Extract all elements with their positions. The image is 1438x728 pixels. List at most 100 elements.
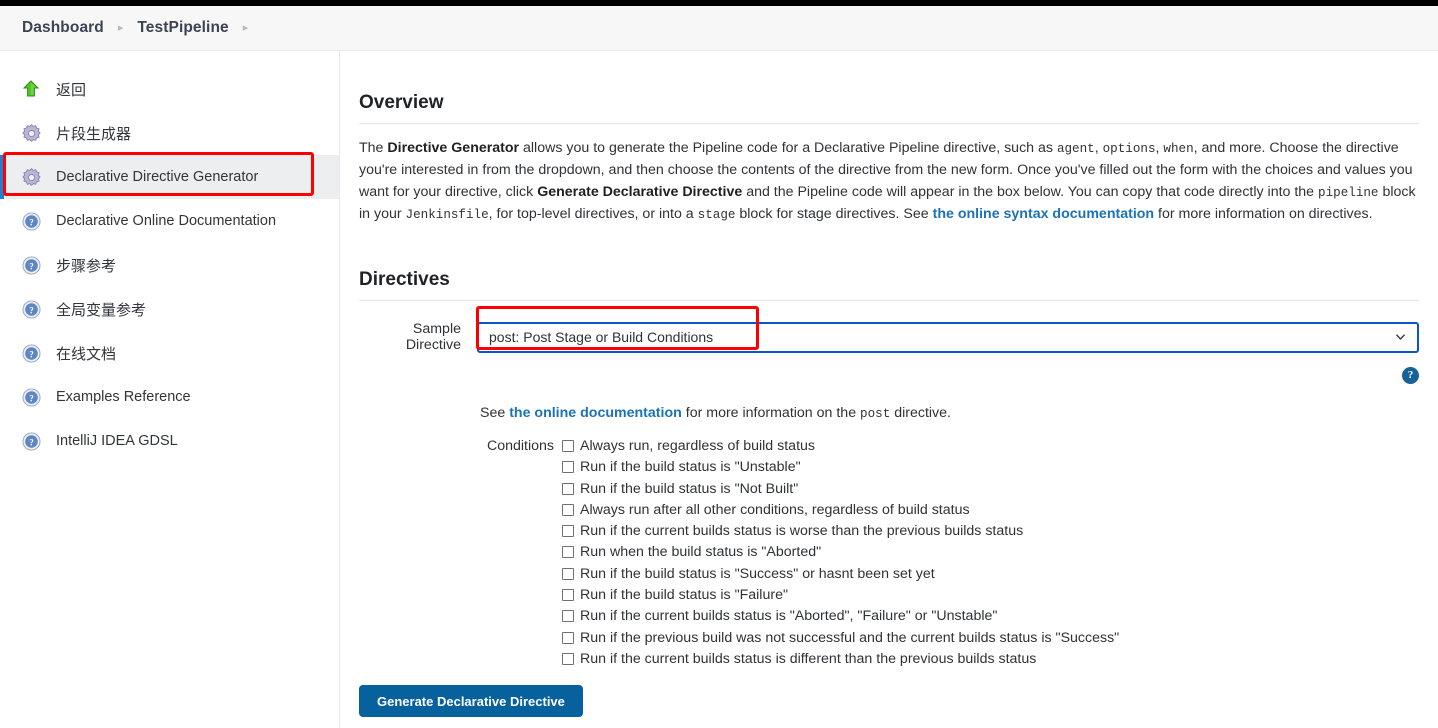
directives-divider xyxy=(359,300,1419,301)
condition-checkbox-row[interactable]: Run if the previous build was not succes… xyxy=(562,628,1420,649)
sidebar: 返回 片段生成器 Declarative Directive Generator xyxy=(0,51,340,728)
overview-section: Overview The Directive Generator allows … xyxy=(359,92,1419,241)
sample-directive-row: Sample Directive post: Post Stage or Bui… xyxy=(359,321,1419,353)
checkbox-icon[interactable] xyxy=(562,525,574,538)
sidebar-item-label: Declarative Online Documentation xyxy=(56,213,277,229)
condition-checkbox-row[interactable]: Always run after all other conditions, r… xyxy=(562,500,1420,521)
svg-text:?: ? xyxy=(29,393,34,403)
sample-directive-select[interactable]: post: Post Stage or Build Conditions xyxy=(477,321,1419,353)
condition-label: Run if the current builds status is wors… xyxy=(580,523,1024,540)
breadcrumb-separator-icon-2: ▸ xyxy=(242,21,249,34)
conditions-row: Conditions Always run, regardless of bui… xyxy=(480,436,1420,670)
checkbox-icon[interactable] xyxy=(562,482,574,495)
up-arrow-icon xyxy=(18,76,44,102)
condition-label: Run if the build status is "Failure" xyxy=(580,587,789,604)
checkbox-icon[interactable] xyxy=(562,461,574,474)
svg-text:?: ? xyxy=(29,305,34,315)
checkbox-icon[interactable] xyxy=(562,631,574,644)
sidebar-item-declarative-directive-generator[interactable]: Declarative Directive Generator xyxy=(0,155,339,199)
help-circle-icon: ? xyxy=(18,340,44,366)
ov-sep1: , xyxy=(1094,140,1103,156)
code-agent: agent xyxy=(1056,142,1095,156)
breadcrumb-item-dashboard[interactable]: Dashboard xyxy=(22,19,104,37)
doc-suffix: directive. xyxy=(890,405,951,421)
doc-middle: for more information on the xyxy=(681,405,861,421)
condition-label: Run if the current builds status is "Abo… xyxy=(580,608,998,625)
help-icon[interactable]: ? xyxy=(1402,367,1419,384)
checkbox-icon[interactable] xyxy=(562,440,574,452)
code-options: options xyxy=(1102,142,1156,156)
code-post: post xyxy=(860,407,891,421)
condition-checkbox-row[interactable]: Run if the build status is "Failure" xyxy=(562,585,1420,606)
condition-label: Always run after all other conditions, r… xyxy=(580,501,970,518)
overview-divider xyxy=(359,123,1419,124)
sample-directive-select-wrap: post: Post Stage or Build Conditions xyxy=(477,321,1419,353)
ov-bold-generator: Directive Generator xyxy=(387,140,520,156)
checkbox-icon[interactable] xyxy=(562,652,574,665)
checkbox-icon[interactable] xyxy=(562,610,574,623)
checkbox-icon[interactable] xyxy=(562,567,574,580)
directives-section: Directives Sample Directive post: Post S… xyxy=(359,269,1419,353)
sidebar-item-back[interactable]: 返回 xyxy=(0,67,339,111)
ov-t1: The xyxy=(359,140,388,156)
sidebar-item-label: 片段生成器 xyxy=(56,125,132,143)
sample-directive-label: Sample Directive xyxy=(405,321,461,353)
online-syntax-documentation-link[interactable]: the online syntax documentation xyxy=(933,206,1155,222)
condition-checkbox-row[interactable]: Run when the build status is "Aborted" xyxy=(562,542,1420,563)
chevron-down-icon xyxy=(1396,334,1405,340)
sidebar-item-label: IntelliJ IDEA GDSL xyxy=(56,433,178,449)
checkbox-icon[interactable] xyxy=(562,546,574,559)
svg-text:?: ? xyxy=(29,261,34,271)
online-documentation-link[interactable]: the online documentation xyxy=(509,405,682,421)
condition-checkbox-row[interactable]: Always run, regardless of build status xyxy=(562,436,1420,457)
generate-declarative-directive-button[interactable]: Generate Declarative Directive xyxy=(359,685,583,717)
condition-label: Always run, regardless of build status xyxy=(580,438,815,454)
condition-checkbox-row[interactable]: Run if the build status is "Not Built" xyxy=(562,479,1420,500)
sidebar-item-step-reference[interactable]: ? 步骤参考 xyxy=(0,243,339,287)
sidebar-item-intellij-idea-gdsl[interactable]: ? IntelliJ IDEA GDSL xyxy=(0,419,339,463)
gear-icon xyxy=(18,164,44,190)
sidebar-item-label: Declarative Directive Generator xyxy=(56,169,259,185)
condition-checkbox-row[interactable]: Run if the current builds status is wors… xyxy=(562,521,1420,542)
sidebar-item-global-variable-reference[interactable]: ? 全局变量参考 xyxy=(0,287,339,331)
checkbox-icon[interactable] xyxy=(562,589,574,602)
sidebar-item-snippet-generator[interactable]: 片段生成器 xyxy=(0,111,339,155)
condition-label: Run if the build status is "Not Built" xyxy=(580,480,799,497)
post-directive-form: See the online documentation for more in… xyxy=(480,403,1420,670)
condition-label: Run if the build status is "Unstable" xyxy=(580,459,801,476)
svg-text:?: ? xyxy=(29,217,34,227)
breadcrumb: Dashboard ▸ TestPipeline ▸ xyxy=(0,6,1438,51)
conditions-list: Always run, regardless of build status R… xyxy=(562,436,1420,670)
svg-text:?: ? xyxy=(29,437,34,447)
page-title: Overview xyxy=(359,92,444,113)
breadcrumb-separator-icon: ▸ xyxy=(117,21,124,34)
condition-checkbox-row[interactable]: Run if the current builds status is diff… xyxy=(562,649,1420,670)
help-circle-icon: ? xyxy=(18,208,44,234)
ov-t6: , for top-level directives, or into a xyxy=(488,206,698,223)
condition-checkbox-row[interactable]: Run if the build status is "Unstable" xyxy=(562,457,1420,478)
code-when: when xyxy=(1163,142,1194,156)
doc-prefix: See xyxy=(480,405,510,421)
help-circle-icon: ? xyxy=(18,428,44,454)
page-root: Dashboard ▸ TestPipeline ▸ 返回 片段生成器 Decl… xyxy=(0,0,1438,728)
breadcrumb-item-testpipeline[interactable]: TestPipeline xyxy=(137,19,228,37)
svg-text:?: ? xyxy=(29,349,34,359)
code-jenkinsfile: Jenkinsfile xyxy=(405,208,489,223)
help-circle-icon: ? xyxy=(18,252,44,278)
sidebar-item-examples-reference[interactable]: ? Examples Reference xyxy=(0,375,339,419)
code-pipeline: pipeline xyxy=(1318,185,1379,200)
condition-label: Run if the current builds status is diff… xyxy=(580,650,1037,667)
ov-t7: block for stage directives. See xyxy=(735,206,933,223)
checkbox-icon[interactable] xyxy=(562,503,574,516)
ov-t4: and the Pipeline code will appear in the… xyxy=(742,183,1319,200)
condition-checkbox-row[interactable]: Run if the build status is "Success" or … xyxy=(562,564,1420,585)
sidebar-item-declarative-online-documentation[interactable]: ? Declarative Online Documentation xyxy=(0,199,339,243)
condition-label: Run when the build status is "Aborted" xyxy=(580,544,822,561)
sidebar-item-label: Examples Reference xyxy=(56,389,191,405)
post-doc-line: See the online documentation for more in… xyxy=(480,403,1420,424)
sidebar-item-online-documentation[interactable]: ? 在线文档 xyxy=(0,331,339,375)
ov-t2: allows you to generate the Pipeline code… xyxy=(519,140,1057,156)
sidebar-item-label: 全局变量参考 xyxy=(56,301,147,319)
condition-checkbox-row[interactable]: Run if the current builds status is "Abo… xyxy=(562,606,1420,627)
ov-bold-generate: Generate Declarative Directive xyxy=(537,183,743,200)
